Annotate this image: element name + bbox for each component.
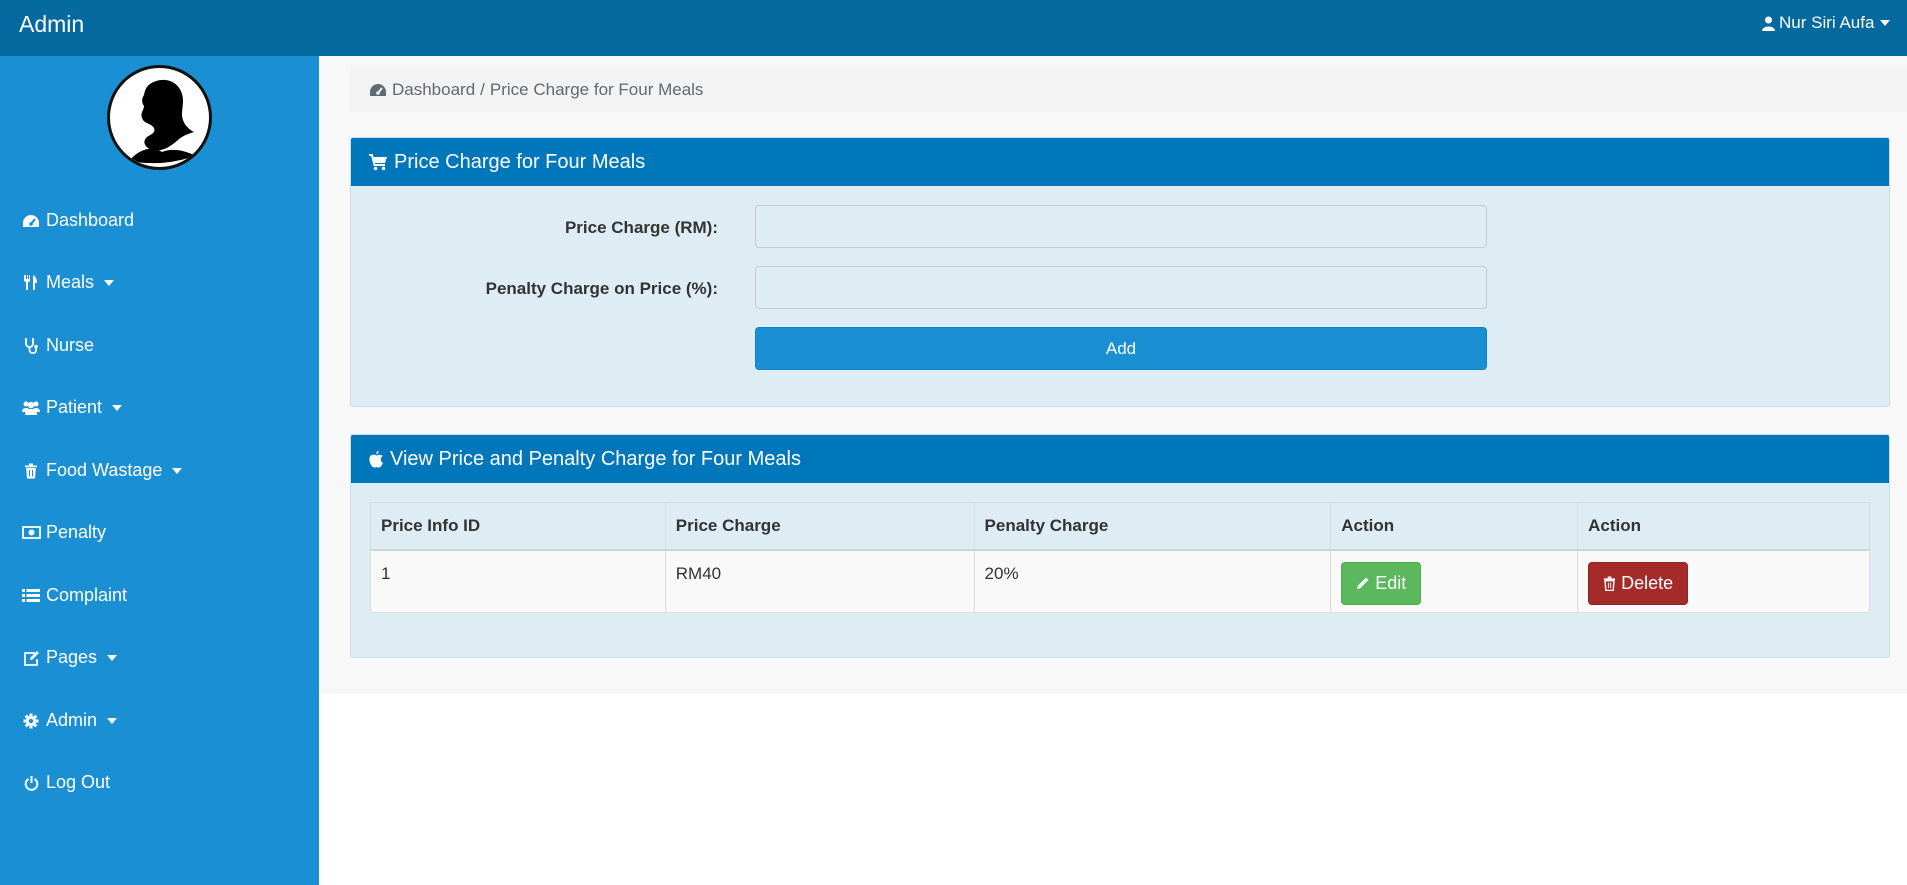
stethoscope-icon <box>21 337 41 355</box>
panel-title: Price Charge for Four Meals <box>394 150 646 173</box>
column-header: Penalty Charge <box>973 502 1332 551</box>
brand-title[interactable]: Admin <box>19 11 84 38</box>
price-charge-cell: RM40 <box>664 549 975 613</box>
sidebar: Dashboard Meals Nurse Patient Food Wasta… <box>0 56 319 885</box>
edit-cell: Edit <box>1330 549 1579 613</box>
apple-icon <box>369 450 383 468</box>
delete-label: Delete <box>1621 572 1674 593</box>
cart-icon <box>369 153 387 170</box>
price-charge-panel: Price Charge for Four Meals Price Charge… <box>350 137 1890 407</box>
table-row: 1 RM40 20% Edit Delete <box>370 549 1870 613</box>
edit-button[interactable]: Edit <box>1341 561 1422 605</box>
pencil-icon <box>1357 577 1369 589</box>
user-menu[interactable]: Nur Siri Aufa <box>1762 13 1907 33</box>
sidebar-item-label: Patient <box>46 397 103 417</box>
chevron-down-icon <box>172 467 183 474</box>
sidebar-item-complaint[interactable]: Complaint <box>21 585 127 606</box>
chevron-down-icon <box>1880 20 1891 26</box>
user-name: Nur Siri Aufa <box>1779 13 1875 32</box>
sidebar-item-label: Dashboard <box>46 210 135 230</box>
delete-cell: Delete <box>1577 549 1870 613</box>
sidebar-item-patient[interactable]: Patient <box>21 397 123 418</box>
users-icon <box>21 399 41 417</box>
add-button[interactable]: Add <box>755 327 1487 370</box>
price-charge-input[interactable] <box>755 205 1487 248</box>
trash-icon <box>1604 576 1616 591</box>
sidebar-item-dashboard[interactable]: Dashboard <box>21 210 134 231</box>
penalty-charge-input[interactable] <box>755 266 1487 309</box>
list-icon <box>21 587 41 605</box>
power-icon <box>21 774 41 792</box>
column-header: Price Charge <box>664 502 975 551</box>
chevron-down-icon <box>112 404 123 411</box>
woman-silhouette-icon <box>130 79 196 164</box>
sidebar-item-label: Admin <box>46 710 98 730</box>
view-charge-panel: View Price and Penalty Charge for Four M… <box>350 434 1890 658</box>
column-header: Action <box>1577 502 1870 551</box>
sidebar-item-label: Nurse <box>46 335 95 355</box>
penalty-charge-label: Penalty Charge on Price (%): <box>485 279 718 298</box>
sidebar-item-logout[interactable]: Log Out <box>21 772 110 793</box>
breadcrumb-current: Price Charge for Four Meals <box>489 79 704 99</box>
sidebar-item-label: Log Out <box>46 772 111 792</box>
price-info-table: Price Info ID Price Charge Penalty Charg… <box>370 502 1870 613</box>
panel-header: View Price and Penalty Charge for Four M… <box>351 435 1889 483</box>
sidebar-item-label: Complaint <box>46 585 128 605</box>
sidebar-item-label: Meals <box>46 272 95 292</box>
chevron-down-icon <box>107 654 118 661</box>
user-icon <box>1762 16 1775 31</box>
breadcrumb-home[interactable]: Dashboard <box>392 80 475 100</box>
sidebar-item-label: Pages <box>46 647 98 667</box>
dashboard-icon <box>21 212 41 230</box>
column-header: Price Info ID <box>370 502 666 551</box>
edit-icon <box>21 649 41 667</box>
sidebar-item-nurse[interactable]: Nurse <box>21 335 94 356</box>
sidebar-item-pages[interactable]: Pages <box>21 647 118 668</box>
breadcrumb-separator: / <box>480 79 485 99</box>
avatar <box>107 65 212 170</box>
sidebar-item-food-wastage[interactable]: Food Wastage <box>21 460 183 481</box>
column-header: Action <box>1330 502 1579 551</box>
gear-icon <box>21 712 41 730</box>
panel-header: Price Charge for Four Meals <box>351 138 1889 186</box>
penalty-charge-cell: 20% <box>973 549 1332 613</box>
sidebar-item-label: Penalty <box>46 522 107 542</box>
dashboard-icon <box>370 83 386 96</box>
chevron-down-icon <box>107 717 118 724</box>
sidebar-item-penalty[interactable]: Penalty <box>21 522 106 543</box>
sidebar-item-label: Food Wastage <box>46 460 163 480</box>
edit-label: Edit <box>1375 572 1407 593</box>
sidebar-item-meals[interactable]: Meals <box>21 272 115 293</box>
main-content: Dashboard / Price Charge for Four Meals … <box>319 56 1907 694</box>
delete-button[interactable]: Delete <box>1588 561 1689 605</box>
price-charge-label: Price Charge (RM): <box>564 218 718 237</box>
panel-title: View Price and Penalty Charge for Four M… <box>390 447 801 470</box>
cutlery-icon <box>21 274 41 292</box>
top-navbar: Admin Nur Siri Aufa <box>0 0 1907 56</box>
breadcrumb: Dashboard / Price Charge for Four Meals <box>350 67 1907 112</box>
trash-icon <box>21 462 41 480</box>
money-icon <box>21 524 41 542</box>
price-info-id-cell: 1 <box>370 549 666 613</box>
chevron-down-icon <box>104 279 115 286</box>
sidebar-item-admin[interactable]: Admin <box>21 710 118 731</box>
table-header-row: Price Info ID Price Charge Penalty Charg… <box>370 502 1870 551</box>
